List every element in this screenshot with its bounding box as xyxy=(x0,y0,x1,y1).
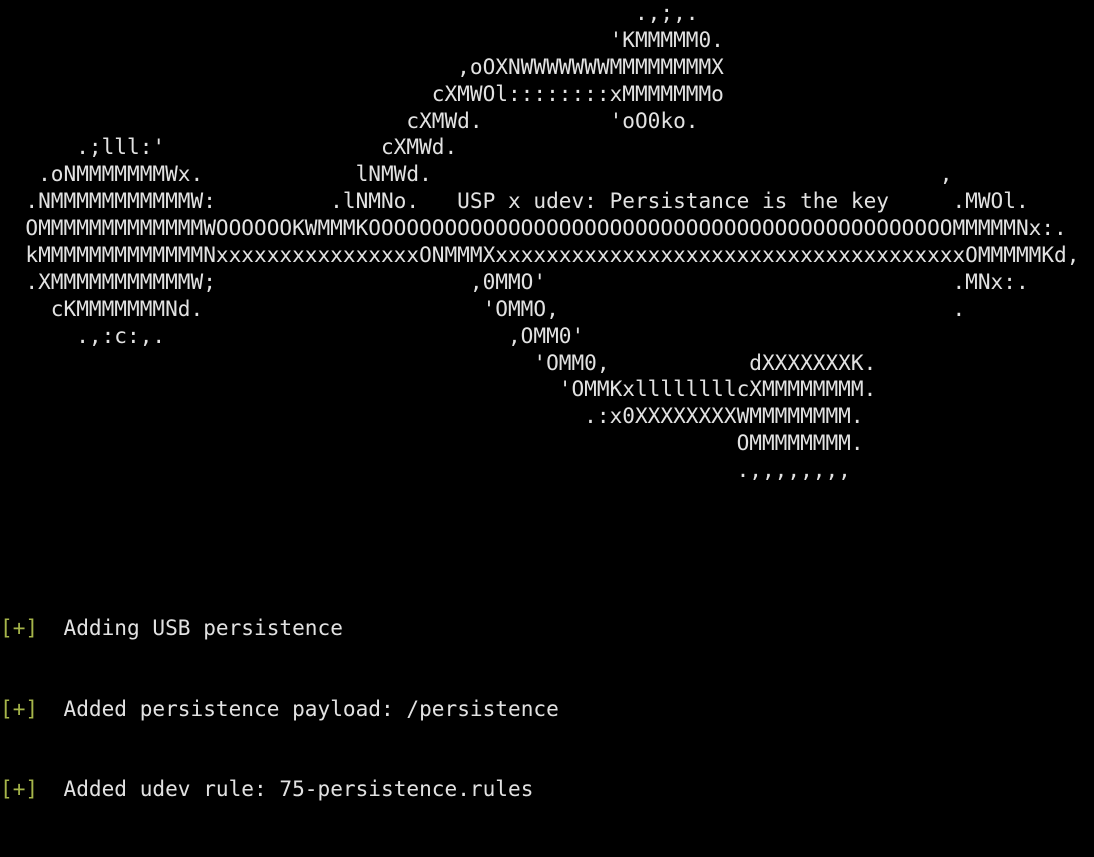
log-line: [+] Added persistence payload: /persiste… xyxy=(0,696,559,723)
banner-line: .:x0XXXXXXXXWMMMMMMMM. xyxy=(0,403,864,429)
banner-line: .,,,,,,,, xyxy=(0,457,851,483)
log-line: [+] Added udev rule: 75-persistence.rule… xyxy=(0,776,559,803)
banner-line: .XMMMMMMMMMMMW; ,0MMO' .MNx:. xyxy=(0,268,1029,294)
banner-line: 'OMM0, dXXXXXXXK. xyxy=(0,349,877,375)
banner-line: OMMMMMMMMMMMMMWOOOOOOKWMMMKOOOOOOOOOOOOO… xyxy=(0,215,1067,241)
banner-line: ,oOXNWWWWWWWMMMMMMMMX xyxy=(0,53,724,79)
log-message: Adding USB persistence xyxy=(38,614,343,640)
banner-line: cXMWOl::::::::xMMMMMMMo xyxy=(0,80,724,106)
banner-line: 'OMMKxllllllllcXMMMMMMMM. xyxy=(0,376,877,402)
banner-line: OMMMMMMMM. xyxy=(0,430,864,456)
status-prefix: [+] xyxy=(0,776,39,802)
log-output: [+] Adding USB persistence [+] Added per… xyxy=(0,561,559,857)
banner-line: .oNMMMMMMMWx. lNMWd. , xyxy=(0,161,953,187)
log-message: Added udev rule: 75-persistence.rules xyxy=(38,776,534,802)
terminal-window[interactable]: .,;,. 'KMMMMM0. ,oOXNWWWWWWWMMMMMMMMX cX… xyxy=(0,0,1094,801)
banner-line: .,:c:,. ,OMM0' xyxy=(0,322,585,348)
banner-line: .;lll:' cXMWd. xyxy=(0,134,458,160)
ascii-banner: .,;,. 'KMMMMM0. ,oOXNWWWWWWWMMMMMMMMX cX… xyxy=(0,0,1079,484)
log-message: Added persistence payload: /persistence xyxy=(38,695,559,721)
log-line: [+] Adding USB persistence xyxy=(0,615,559,642)
status-prefix: [+] xyxy=(0,695,39,721)
status-prefix: [+] xyxy=(0,614,39,640)
banner-line: kMMMMMMMMMMMMMNxxxxxxxxxxxxxxxxONMMMXxxx… xyxy=(0,242,1080,268)
banner-line: cXMWd. 'oO0ko. xyxy=(0,107,699,133)
banner-line: cKMMMMMMMNd. 'OMMO, . xyxy=(0,295,966,321)
banner-line: .,;,. xyxy=(0,0,699,25)
banner-line: 'KMMMMM0. xyxy=(0,26,724,52)
banner-title-line: .NMMMMMMMMMMMW: .lNMNo. USP x udev: Pers… xyxy=(0,188,1029,214)
